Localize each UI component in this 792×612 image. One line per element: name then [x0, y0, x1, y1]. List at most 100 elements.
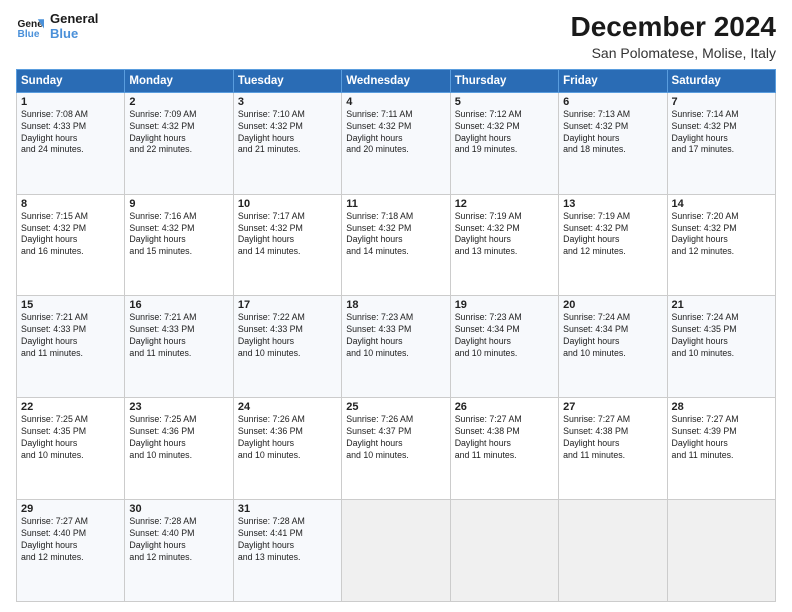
cell-info: Sunrise: 7:10 AMSunset: 4:32 PMDaylight … [238, 109, 337, 157]
day-number: 30 [129, 503, 228, 515]
logo-line1: General [50, 12, 98, 27]
day-number: 24 [238, 401, 337, 413]
cell-info: Sunrise: 7:24 AMSunset: 4:35 PMDaylight … [672, 312, 771, 360]
calendar-cell [559, 500, 667, 602]
cell-info: Sunrise: 7:09 AMSunset: 4:32 PMDaylight … [129, 109, 228, 157]
calendar-cell [667, 500, 775, 602]
calendar-cell: 28Sunrise: 7:27 AMSunset: 4:39 PMDayligh… [667, 398, 775, 500]
calendar-cell: 18Sunrise: 7:23 AMSunset: 4:33 PMDayligh… [342, 296, 450, 398]
calendar-cell: 19Sunrise: 7:23 AMSunset: 4:34 PMDayligh… [450, 296, 558, 398]
day-number: 27 [563, 401, 662, 413]
calendar-cell: 26Sunrise: 7:27 AMSunset: 4:38 PMDayligh… [450, 398, 558, 500]
day-number: 22 [21, 401, 120, 413]
title-block: December 2024 San Polomatese, Molise, It… [571, 12, 776, 61]
day-number: 28 [672, 401, 771, 413]
day-header-saturday: Saturday [667, 69, 775, 92]
cell-info: Sunrise: 7:21 AMSunset: 4:33 PMDaylight … [21, 312, 120, 360]
calendar-table: SundayMondayTuesdayWednesdayThursdayFrid… [16, 69, 776, 602]
day-number: 16 [129, 299, 228, 311]
cell-info: Sunrise: 7:27 AMSunset: 4:39 PMDaylight … [672, 414, 771, 462]
calendar-cell: 17Sunrise: 7:22 AMSunset: 4:33 PMDayligh… [233, 296, 341, 398]
calendar-cell: 13Sunrise: 7:19 AMSunset: 4:32 PMDayligh… [559, 194, 667, 296]
cell-info: Sunrise: 7:12 AMSunset: 4:32 PMDaylight … [455, 109, 554, 157]
day-number: 9 [129, 198, 228, 210]
svg-text:Blue: Blue [18, 29, 40, 40]
cell-info: Sunrise: 7:26 AMSunset: 4:37 PMDaylight … [346, 414, 445, 462]
day-number: 29 [21, 503, 120, 515]
header: General Blue General Blue December 2024 … [16, 12, 776, 61]
day-number: 2 [129, 96, 228, 108]
calendar-cell: 5Sunrise: 7:12 AMSunset: 4:32 PMDaylight… [450, 92, 558, 194]
calendar-week-3: 15Sunrise: 7:21 AMSunset: 4:33 PMDayligh… [17, 296, 776, 398]
cell-info: Sunrise: 7:15 AMSunset: 4:32 PMDaylight … [21, 211, 120, 259]
day-number: 23 [129, 401, 228, 413]
day-number: 25 [346, 401, 445, 413]
calendar-cell: 6Sunrise: 7:13 AMSunset: 4:32 PMDaylight… [559, 92, 667, 194]
day-number: 21 [672, 299, 771, 311]
calendar-cell: 31Sunrise: 7:28 AMSunset: 4:41 PMDayligh… [233, 500, 341, 602]
cell-info: Sunrise: 7:14 AMSunset: 4:32 PMDaylight … [672, 109, 771, 157]
day-number: 6 [563, 96, 662, 108]
calendar-cell: 15Sunrise: 7:21 AMSunset: 4:33 PMDayligh… [17, 296, 125, 398]
cell-info: Sunrise: 7:21 AMSunset: 4:33 PMDaylight … [129, 312, 228, 360]
calendar-cell: 22Sunrise: 7:25 AMSunset: 4:35 PMDayligh… [17, 398, 125, 500]
cell-info: Sunrise: 7:27 AMSunset: 4:38 PMDaylight … [455, 414, 554, 462]
calendar-cell: 11Sunrise: 7:18 AMSunset: 4:32 PMDayligh… [342, 194, 450, 296]
day-number: 15 [21, 299, 120, 311]
cell-info: Sunrise: 7:27 AMSunset: 4:38 PMDaylight … [563, 414, 662, 462]
cell-info: Sunrise: 7:19 AMSunset: 4:32 PMDaylight … [563, 211, 662, 259]
calendar-week-2: 8Sunrise: 7:15 AMSunset: 4:32 PMDaylight… [17, 194, 776, 296]
cell-info: Sunrise: 7:24 AMSunset: 4:34 PMDaylight … [563, 312, 662, 360]
calendar-cell: 24Sunrise: 7:26 AMSunset: 4:36 PMDayligh… [233, 398, 341, 500]
day-number: 31 [238, 503, 337, 515]
calendar-cell: 23Sunrise: 7:25 AMSunset: 4:36 PMDayligh… [125, 398, 233, 500]
logo-icon: General Blue [16, 13, 44, 41]
calendar-cell: 12Sunrise: 7:19 AMSunset: 4:32 PMDayligh… [450, 194, 558, 296]
cell-info: Sunrise: 7:08 AMSunset: 4:33 PMDaylight … [21, 109, 120, 157]
calendar-cell [342, 500, 450, 602]
location-title: San Polomatese, Molise, Italy [571, 45, 776, 61]
day-number: 1 [21, 96, 120, 108]
day-header-friday: Friday [559, 69, 667, 92]
calendar-cell [450, 500, 558, 602]
cell-info: Sunrise: 7:23 AMSunset: 4:33 PMDaylight … [346, 312, 445, 360]
day-number: 4 [346, 96, 445, 108]
day-header-monday: Monday [125, 69, 233, 92]
calendar-cell: 2Sunrise: 7:09 AMSunset: 4:32 PMDaylight… [125, 92, 233, 194]
day-number: 10 [238, 198, 337, 210]
calendar-cell: 20Sunrise: 7:24 AMSunset: 4:34 PMDayligh… [559, 296, 667, 398]
day-header-sunday: Sunday [17, 69, 125, 92]
day-number: 8 [21, 198, 120, 210]
day-number: 7 [672, 96, 771, 108]
cell-info: Sunrise: 7:25 AMSunset: 4:36 PMDaylight … [129, 414, 228, 462]
cell-info: Sunrise: 7:18 AMSunset: 4:32 PMDaylight … [346, 211, 445, 259]
cell-info: Sunrise: 7:28 AMSunset: 4:41 PMDaylight … [238, 516, 337, 564]
calendar-cell: 21Sunrise: 7:24 AMSunset: 4:35 PMDayligh… [667, 296, 775, 398]
calendar-week-1: 1Sunrise: 7:08 AMSunset: 4:33 PMDaylight… [17, 92, 776, 194]
calendar-cell: 9Sunrise: 7:16 AMSunset: 4:32 PMDaylight… [125, 194, 233, 296]
calendar-cell: 10Sunrise: 7:17 AMSunset: 4:32 PMDayligh… [233, 194, 341, 296]
calendar-page: General Blue General Blue December 2024 … [0, 0, 792, 612]
calendar-cell: 1Sunrise: 7:08 AMSunset: 4:33 PMDaylight… [17, 92, 125, 194]
day-header-thursday: Thursday [450, 69, 558, 92]
cell-info: Sunrise: 7:19 AMSunset: 4:32 PMDaylight … [455, 211, 554, 259]
cell-info: Sunrise: 7:25 AMSunset: 4:35 PMDaylight … [21, 414, 120, 462]
cell-info: Sunrise: 7:27 AMSunset: 4:40 PMDaylight … [21, 516, 120, 564]
calendar-body: 1Sunrise: 7:08 AMSunset: 4:33 PMDaylight… [17, 92, 776, 601]
cell-info: Sunrise: 7:22 AMSunset: 4:33 PMDaylight … [238, 312, 337, 360]
month-title: December 2024 [571, 12, 776, 43]
cell-info: Sunrise: 7:17 AMSunset: 4:32 PMDaylight … [238, 211, 337, 259]
cell-info: Sunrise: 7:28 AMSunset: 4:40 PMDaylight … [129, 516, 228, 564]
calendar-cell: 4Sunrise: 7:11 AMSunset: 4:32 PMDaylight… [342, 92, 450, 194]
day-number: 26 [455, 401, 554, 413]
day-number: 11 [346, 198, 445, 210]
logo-line2: Blue [50, 27, 98, 42]
calendar-cell: 7Sunrise: 7:14 AMSunset: 4:32 PMDaylight… [667, 92, 775, 194]
calendar-week-5: 29Sunrise: 7:27 AMSunset: 4:40 PMDayligh… [17, 500, 776, 602]
calendar-header-row: SundayMondayTuesdayWednesdayThursdayFrid… [17, 69, 776, 92]
day-header-wednesday: Wednesday [342, 69, 450, 92]
day-number: 14 [672, 198, 771, 210]
day-number: 17 [238, 299, 337, 311]
day-header-tuesday: Tuesday [233, 69, 341, 92]
cell-info: Sunrise: 7:20 AMSunset: 4:32 PMDaylight … [672, 211, 771, 259]
